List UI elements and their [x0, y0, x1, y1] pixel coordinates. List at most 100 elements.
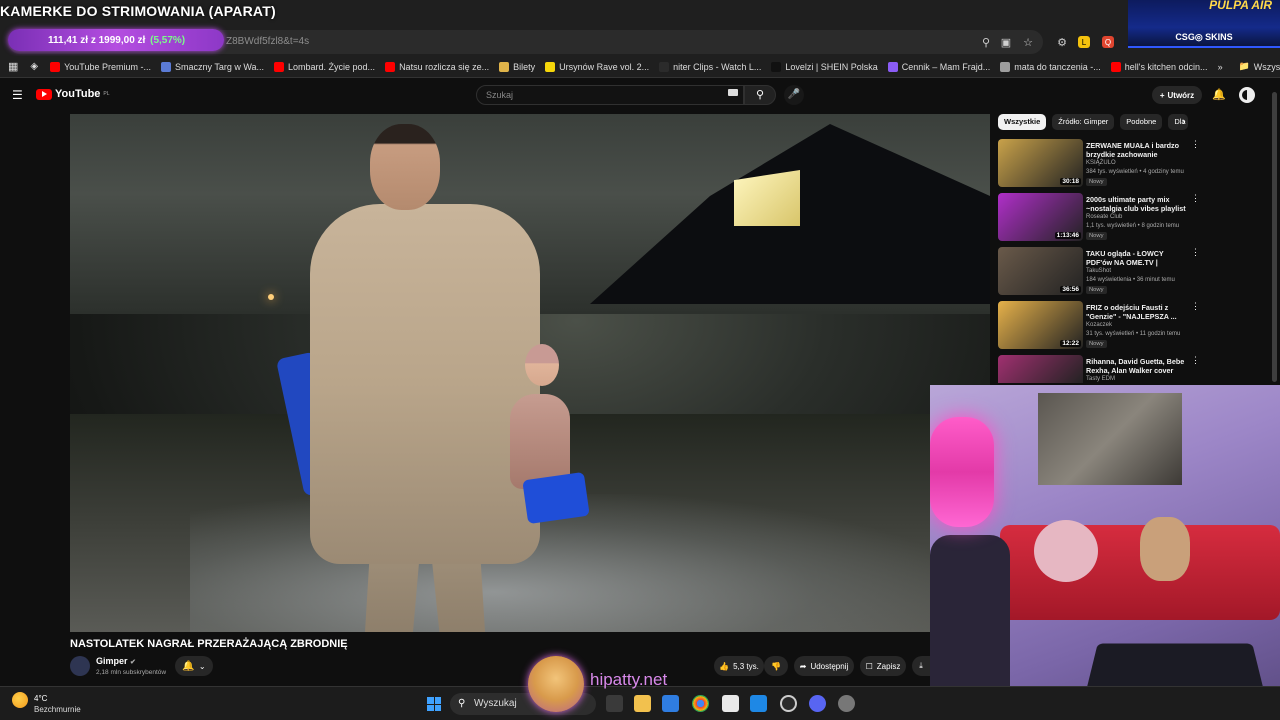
discord-icon[interactable] [809, 695, 826, 712]
notepad-icon[interactable] [722, 695, 739, 712]
file-explorer-icon[interactable] [634, 695, 651, 712]
extension-icon[interactable]: ⚙ [1054, 34, 1070, 50]
install-app-icon[interactable]: ▣ [998, 34, 1014, 50]
recommendation-title[interactable]: 2000s ultimate party mix ~nostalgia club… [1086, 195, 1186, 213]
recommendation-thumbnail[interactable] [998, 355, 1083, 383]
all-bookmarks-button[interactable]: 📁 Wszystkie zakładki [1239, 61, 1280, 72]
address-url[interactable]: Z8BWdf5fzl8&t=4s [226, 36, 309, 47]
channel-name[interactable]: Gimper ✔ [96, 656, 136, 666]
search-input[interactable]: Szukaj [476, 85, 744, 105]
create-button[interactable]: + Utwórz [1152, 86, 1202, 104]
recommendation-channel[interactable]: KSIĄŻULO [1086, 160, 1116, 166]
chip-source[interactable]: Źródło: Gimper [1052, 114, 1115, 130]
video-man-jacket [310, 204, 540, 564]
csgo-label: CSG◎ SKINS [1175, 32, 1233, 42]
recommendation-channel[interactable]: Kozaczek [1086, 322, 1112, 328]
more-options-icon[interactable]: ⋮ [1191, 193, 1200, 204]
weather-sun-icon[interactable] [12, 692, 28, 708]
recommendation-thumbnail[interactable]: 1:13:46 [998, 193, 1083, 241]
bookmark-star-icon[interactable]: ☆ [1020, 34, 1036, 50]
settings-gear-icon[interactable] [838, 695, 855, 712]
chrome-history-icon[interactable]: ◈ [30, 61, 38, 72]
recommendation-title[interactable]: FRIZ o odejściu Fausti z "Genzie" - "NAJ… [1086, 303, 1186, 321]
bookmark-favicon-icon [1110, 61, 1121, 72]
windows-start-icon[interactable] [427, 697, 441, 711]
more-options-icon[interactable]: ⋮ [1191, 301, 1200, 312]
download-button[interactable]: ⤓ [912, 656, 930, 676]
weather-temperature[interactable]: 4°C [34, 694, 47, 703]
bookmark-favicon-icon [50, 61, 61, 72]
create-label: Utwórz [1167, 90, 1195, 100]
bookmark-item[interactable]: Natsu rozlicza się ze... [385, 61, 489, 72]
notepad-blue-icon[interactable] [750, 695, 767, 712]
extension-yellow-icon[interactable]: L [1078, 36, 1090, 48]
recommendation-meta: 384 tys. wyświetleń • 4 godziny temu [1086, 169, 1184, 175]
recommendation-item[interactable]: 12:22 FRIZ o odejściu Fausti z "Genzie" -… [998, 301, 1270, 351]
weather-description[interactable]: Bezchmurnie [34, 705, 81, 714]
subscribed-bell-button[interactable]: 🔔 ⌄ [175, 656, 213, 676]
zoom-icon[interactable]: ⚲ [978, 34, 994, 50]
more-options-icon[interactable]: ⋮ [1191, 247, 1200, 258]
hamburger-menu-icon[interactable]: ☰ [12, 88, 23, 102]
chrome-icon[interactable] [692, 695, 709, 712]
chip-all[interactable]: Wszystkie [998, 114, 1047, 130]
bookmark-favicon-icon [160, 61, 171, 72]
bookmark-label: niter Clips - Watch L... [673, 61, 762, 72]
like-button[interactable]: 👍 5,3 tys. [714, 656, 764, 676]
bookmark-item[interactable]: Bilety [499, 61, 535, 72]
steam-icon[interactable] [780, 695, 797, 712]
share-button[interactable]: ➦ Udostępnij [794, 656, 854, 676]
chip-related[interactable]: Podobne [1120, 114, 1163, 130]
extension-red-icon[interactable]: Q [1102, 36, 1114, 48]
recommendation-channel[interactable]: Roseate Club [1086, 214, 1122, 220]
recommendation-thumbnail[interactable]: 36:56 [998, 247, 1083, 295]
recommendation-item[interactable]: 1:13:46 2000s ultimate party mix ~nostalg… [998, 193, 1270, 243]
bookmark-item[interactable]: hell's kitchen odcin... [1110, 61, 1208, 72]
recommendation-channel[interactable]: TakuShot [1086, 268, 1111, 274]
keyboard-icon[interactable] [728, 89, 738, 96]
bookmarks-overflow-icon[interactable]: » [1218, 62, 1223, 72]
recommendation-item[interactable]: 30:18 ZERWANE MUAŁA i bardzo brzydkie zac… [998, 139, 1270, 189]
bookmark-item[interactable]: Smaczny Targ w Wa... [160, 61, 264, 72]
search-button[interactable]: ⚲ [744, 85, 776, 105]
account-avatar[interactable] [1239, 87, 1255, 103]
video-player[interactable] [70, 114, 990, 632]
page-scrollbar[interactable] [1272, 92, 1277, 382]
recommendation-thumbnail[interactable]: 30:18 [998, 139, 1083, 187]
bookmark-item[interactable]: mata do tanczenia -... [1000, 61, 1101, 72]
recommendation-channel[interactable]: Tasty EDM [1086, 376, 1115, 382]
recommendation-title[interactable]: ZERWANE MUAŁA i bardzo brzydkie zachowan… [1086, 141, 1186, 159]
save-icon: ☐ [865, 661, 873, 671]
recommendation-title[interactable]: Rihanna, David Guetta, Bebe Rexha, Alan … [1086, 357, 1186, 375]
more-options-icon[interactable]: ⋮ [1191, 139, 1200, 150]
apps-grid-icon[interactable]: ▦ [8, 60, 18, 73]
bookmark-item[interactable]: Ursynów Rave vol. 2... [545, 61, 649, 72]
bookmark-favicon-icon [1000, 61, 1011, 72]
dislike-button[interactable]: 👎 [764, 656, 788, 676]
all-bookmarks-label: Wszystkie zakładki [1253, 61, 1280, 72]
voice-search-button[interactable]: 🎤 [784, 85, 804, 105]
bookmark-item[interactable]: Cennik – Mam Frajd... [887, 61, 990, 72]
task-view-icon[interactable] [606, 695, 623, 712]
bookmark-list: YouTube Premium -... Smaczny Targ w Wa...… [50, 61, 1217, 72]
plus-icon: + [1159, 90, 1165, 100]
channel-name-text: Gimper [96, 656, 128, 666]
bookmark-item[interactable]: niter Clips - Watch L... [659, 61, 762, 72]
recommendation-thumbnail[interactable]: 12:22 [998, 301, 1083, 349]
bookmark-item[interactable]: YouTube Premium -... [50, 61, 151, 72]
new-badge: Nowy [1086, 286, 1107, 294]
notifications-bell-icon[interactable]: 🔔 [1212, 88, 1226, 101]
bookmark-item[interactable]: Lombard. Życie pod... [274, 61, 375, 72]
bookmark-item[interactable]: Lovelzi | SHEIN Polska [771, 61, 878, 72]
youtube-logo[interactable]: YouTube PL [36, 88, 110, 100]
channel-avatar[interactable] [70, 656, 90, 676]
recommendation-item[interactable]: 36:56 TAKU ogląda - ŁOWCY PDF'ów NA OME.T… [998, 247, 1270, 297]
share-label: Udostępnij [810, 661, 849, 671]
more-options-icon[interactable]: ⋮ [1191, 355, 1200, 366]
recommendation-title[interactable]: TAKU ogląda - ŁOWCY PDF'ów NA OME.TV | w… [1086, 249, 1186, 267]
chips-next-chevron-icon[interactable]: › [1182, 116, 1186, 128]
recommendation-item[interactable]: Rihanna, David Guetta, Bebe Rexha, Alan … [998, 355, 1270, 383]
store-icon[interactable] [662, 695, 679, 712]
save-button[interactable]: ☐ Zapisz [860, 656, 906, 676]
filter-chips: Wszystkie Źródło: Gimper Podobne Dla [998, 114, 1189, 132]
